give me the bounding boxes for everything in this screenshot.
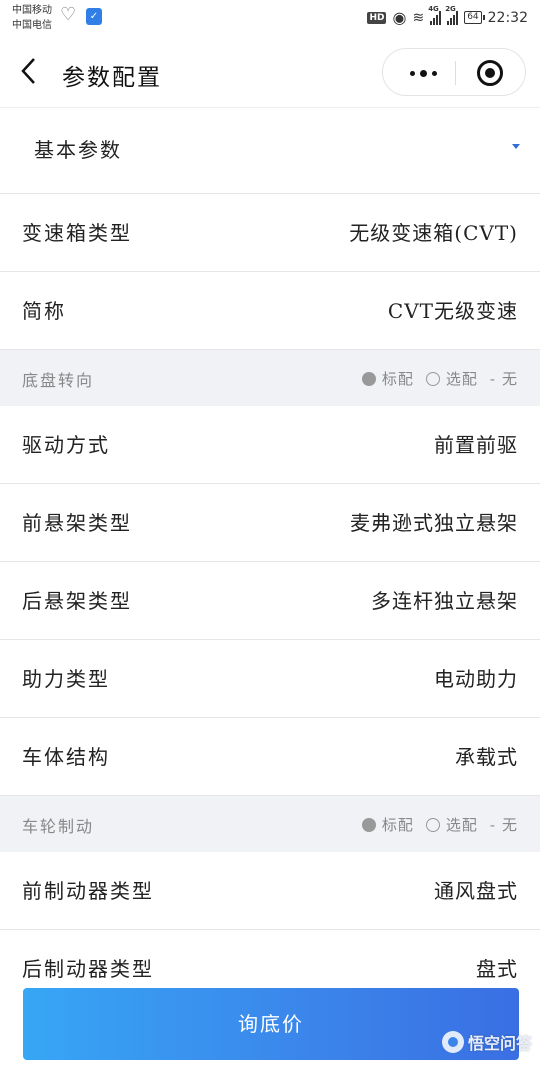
- config-list: 基本参数 变速箱类型 无级变速箱(CVT) 简称 CVT无级变速 底盘转向 标配…: [0, 108, 540, 1008]
- legend-standard: 标配: [381, 816, 414, 834]
- carrier-info: 中国移动 中国电信: [12, 3, 52, 33]
- shield-icon: ✓: [86, 8, 102, 25]
- legend-optional: 选配: [445, 816, 478, 834]
- capsule-divider: [455, 61, 456, 85]
- param-value: 通风盘式: [434, 879, 518, 903]
- eye-icon: ◉: [392, 8, 407, 27]
- carrier-1: 中国移动: [12, 5, 52, 16]
- param-value: 无级变速箱(CVT): [349, 221, 518, 245]
- legend-standard: 标配: [381, 370, 414, 388]
- more-options-icon[interactable]: [403, 59, 443, 87]
- section-header-brake: 车轮制动 标配 选配 - 无: [0, 796, 540, 852]
- mini-program-capsule: [382, 48, 526, 96]
- optional-dot-icon: [425, 371, 440, 386]
- standard-dot-icon: [361, 817, 376, 832]
- carrier-2: 中国电信: [12, 20, 52, 31]
- section-header-chassis: 底盘转向 标配 选配 - 无: [0, 350, 540, 406]
- legend-optional: 选配: [445, 370, 478, 388]
- param-label: 助力类型: [22, 667, 110, 691]
- param-value: 麦弗逊式独立悬架: [350, 511, 518, 535]
- param-row: 简称 CVT无级变速: [0, 272, 540, 350]
- param-row: 车体结构 承载式: [0, 718, 540, 796]
- param-value: 电动助力: [434, 667, 518, 691]
- page-title: 参数配置: [62, 65, 162, 91]
- watermark-logo-icon: [441, 1031, 464, 1053]
- category-label: 基本参数: [34, 138, 122, 162]
- param-value: 多连杆独立悬架: [371, 589, 518, 613]
- status-bar: 中国移动 中国电信 ♡ ✓ HD ◉ ≋ 4G 2G 64 22:32: [0, 0, 540, 38]
- param-label: 后制动器类型: [22, 957, 154, 981]
- param-label: 后悬架类型: [22, 589, 132, 613]
- param-label: 前悬架类型: [22, 511, 132, 535]
- signal-4g-icon: 4G: [428, 5, 442, 25]
- legend-dash: -: [489, 369, 496, 388]
- battery-icon: 64: [464, 11, 486, 24]
- caret-down-icon: [512, 144, 520, 149]
- param-row: 前悬架类型 麦弗逊式独立悬架: [0, 484, 540, 562]
- standard-dot-icon: [361, 371, 376, 386]
- signal-2g-icon: 2G: [445, 5, 459, 25]
- hd-badge: HD: [367, 11, 387, 24]
- category-selector[interactable]: 基本参数: [0, 108, 540, 194]
- status-right: HD ◉ ≋ 4G 2G 64 22:32: [367, 5, 528, 27]
- param-value: CVT无级变速: [387, 299, 518, 323]
- param-row: 变速箱类型 无级变速箱(CVT): [0, 194, 540, 272]
- legend: 标配 选配 - 无: [361, 814, 518, 835]
- param-label: 简称: [22, 299, 66, 323]
- wifi-icon: ≋: [412, 9, 425, 26]
- section-title: 车轮制动: [22, 817, 95, 836]
- heart-pulse-icon: ♡: [60, 4, 77, 25]
- param-row: 驱动方式 前置前驱: [0, 406, 540, 484]
- param-label: 前制动器类型: [22, 879, 154, 903]
- section-title: 底盘转向: [22, 371, 95, 390]
- param-label: 驱动方式: [22, 433, 110, 457]
- bottom-bar: 询底价 悟空问答: [0, 986, 540, 1080]
- nav-bar: 参数配置: [0, 38, 540, 108]
- param-value: 承载式: [455, 745, 518, 769]
- param-value: 盘式: [476, 957, 518, 981]
- legend-none: 无: [501, 370, 518, 388]
- clock: 22:32: [487, 9, 528, 26]
- watermark: 悟空问答: [441, 1030, 532, 1054]
- network-4g-label: 4G: [428, 4, 439, 13]
- param-value: 前置前驱: [434, 433, 518, 457]
- back-arrow-icon[interactable]: [18, 56, 40, 86]
- param-row: 前制动器类型 通风盘式: [0, 852, 540, 930]
- close-target-icon[interactable]: [477, 60, 503, 86]
- watermark-text: 悟空问答: [467, 1034, 532, 1053]
- param-label: 车体结构: [22, 745, 110, 769]
- param-label: 变速箱类型: [22, 221, 132, 245]
- network-2g-label: 2G: [445, 4, 456, 13]
- param-row: 助力类型 电动助力: [0, 640, 540, 718]
- optional-dot-icon: [425, 817, 440, 832]
- legend: 标配 选配 - 无: [361, 368, 518, 389]
- legend-none: 无: [501, 816, 518, 834]
- legend-dash: -: [489, 815, 496, 834]
- param-row: 后悬架类型 多连杆独立悬架: [0, 562, 540, 640]
